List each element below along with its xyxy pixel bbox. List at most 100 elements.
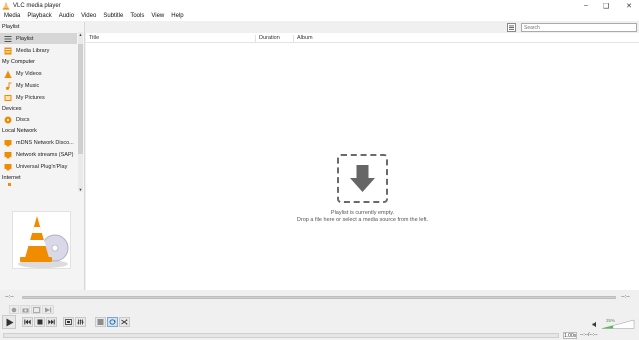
network-icon [4,163,12,170]
sidebar-item-discs[interactable]: Discs [0,114,77,125]
network-icon [4,151,12,158]
playlist-panel: Title Duration Album Playlist is current… [86,22,639,290]
media-library-icon [4,47,12,54]
minimize-button[interactable]: – [577,0,595,11]
play-button[interactable] [2,315,16,329]
sidebar-scrollbar-thumb[interactable] [78,44,83,154]
menu-media[interactable]: Media [2,13,25,19]
sidebar-item-label: mDNS Network Disco... [16,139,74,146]
menu-playback[interactable]: Playback [25,13,56,19]
disc-icon [4,116,12,123]
skip-previous-icon [24,319,31,325]
video-folder-icon [4,70,12,78]
sidebar-item-network-streams[interactable]: Network streams (SAP) [0,149,77,160]
sidebar-item-label: Network streams (SAP) [16,151,74,158]
column-header-title[interactable]: Title [86,35,256,42]
ab-loop-icon [32,306,40,313]
internet-item-marker[interactable] [8,183,11,186]
scroll-up-arrow-icon[interactable]: ▲ [78,32,83,37]
snapshot-button[interactable] [20,305,30,314]
extended-settings-button[interactable] [75,317,86,327]
fullscreen-icon [65,319,72,325]
sidebar-item-playlist[interactable]: Playlist [0,33,77,44]
status-track [3,333,559,338]
shuffle-icon [121,319,128,325]
network-icon [4,139,12,146]
sidebar-item-label: My Videos [16,70,42,77]
sidebar-item-label: My Music [16,82,40,89]
skip-next-icon [48,319,55,325]
section-label-my-computer: My Computer [2,59,36,65]
section-label-devices: Devices [2,106,22,112]
playlist-icon [4,35,12,42]
seek-slider[interactable] [22,296,616,299]
stop-icon [37,319,42,325]
title-bar: VLC media player – ❑ ✕ [0,0,639,11]
sidebar-item-label: My Pictures [16,94,45,101]
record-button[interactable] [9,305,19,314]
frame-step-icon [45,307,52,312]
loop-button[interactable] [107,317,118,327]
sidebar-item-my-pictures[interactable]: My Pictures [0,92,77,103]
column-header-duration[interactable]: Duration [256,35,294,42]
vlc-cone-art-icon [18,216,69,268]
album-art [12,211,71,269]
volume-slider[interactable] [601,319,635,329]
next-button[interactable] [46,317,57,327]
window-title: VLC media player [13,2,61,9]
previous-button[interactable] [22,317,33,327]
list-view-icon [509,25,514,30]
playlist-toolbar [86,22,639,33]
close-button[interactable]: ✕ [620,0,638,11]
sidebar-item-mdns[interactable]: mDNS Network Disco... [0,137,77,148]
search-input[interactable] [521,23,637,32]
playlist-header-row: Title Duration Album [86,34,639,43]
sidebar-scrollbar[interactable]: ▲ ▼ [78,32,83,192]
speaker-icon[interactable] [592,321,599,328]
sidebar: Playlist Playlist Media Library My Compu… [0,22,85,290]
view-mode-button[interactable] [507,23,516,32]
seek-bar-row: --:-- --:-- [0,291,639,303]
drop-zone[interactable] [337,154,388,203]
status-time: --:--/--:-- [580,332,598,338]
menu-audio[interactable]: Audio [57,13,79,19]
sidebar-item-label: Discs [16,116,30,123]
elapsed-time: --:-- [5,294,14,300]
fullscreen-button[interactable] [63,317,74,327]
sidebar-item-my-music[interactable]: My Music [0,80,77,91]
shuffle-button[interactable] [119,317,130,327]
loop-icon [109,319,116,325]
status-bar: 1.00x --:--/--:-- [0,331,639,340]
camera-icon [22,308,28,312]
scroll-down-arrow-icon[interactable]: ▼ [78,187,83,192]
menu-subtitle[interactable]: Subtitle [101,13,128,19]
section-label-internet: Internet [2,175,21,181]
sidebar-item-label: Universal Plug'n'Play [16,163,68,170]
section-label-playlist: Playlist [2,24,20,30]
equalizer-icon [77,319,84,325]
toggle-playlist-button[interactable] [95,317,106,327]
record-icon [11,307,17,312]
menu-help[interactable]: Help [169,13,188,19]
frame-step-button[interactable] [42,305,54,314]
maximize-button[interactable]: ❑ [597,0,615,11]
section-label-local-network: Local Network [2,128,37,134]
menu-tools[interactable]: Tools [128,13,149,19]
playback-speed[interactable]: 1.00x [563,332,577,339]
sidebar-item-upnp[interactable]: Universal Plug'n'Play [0,161,77,172]
total-time: --:-- [621,294,630,300]
menu-bar: Media Playback Audio Video Subtitle Tool… [0,11,639,21]
pictures-icon [4,94,12,101]
menu-video[interactable]: Video [79,13,101,19]
menu-view[interactable]: View [149,13,169,19]
download-arrow-icon [350,165,375,192]
loop-ab-button[interactable] [31,305,41,314]
column-header-album[interactable]: Album [294,35,374,42]
stop-button[interactable] [34,317,45,327]
play-icon [6,318,13,326]
empty-playlist-message: Playlist is currently empty. [330,210,395,216]
sidebar-item-media-library[interactable]: Media Library [0,45,77,56]
playlist-toggle-icon [97,319,104,325]
sidebar-item-my-videos[interactable]: My Videos [0,68,77,79]
vlc-cone-icon [2,1,10,10]
